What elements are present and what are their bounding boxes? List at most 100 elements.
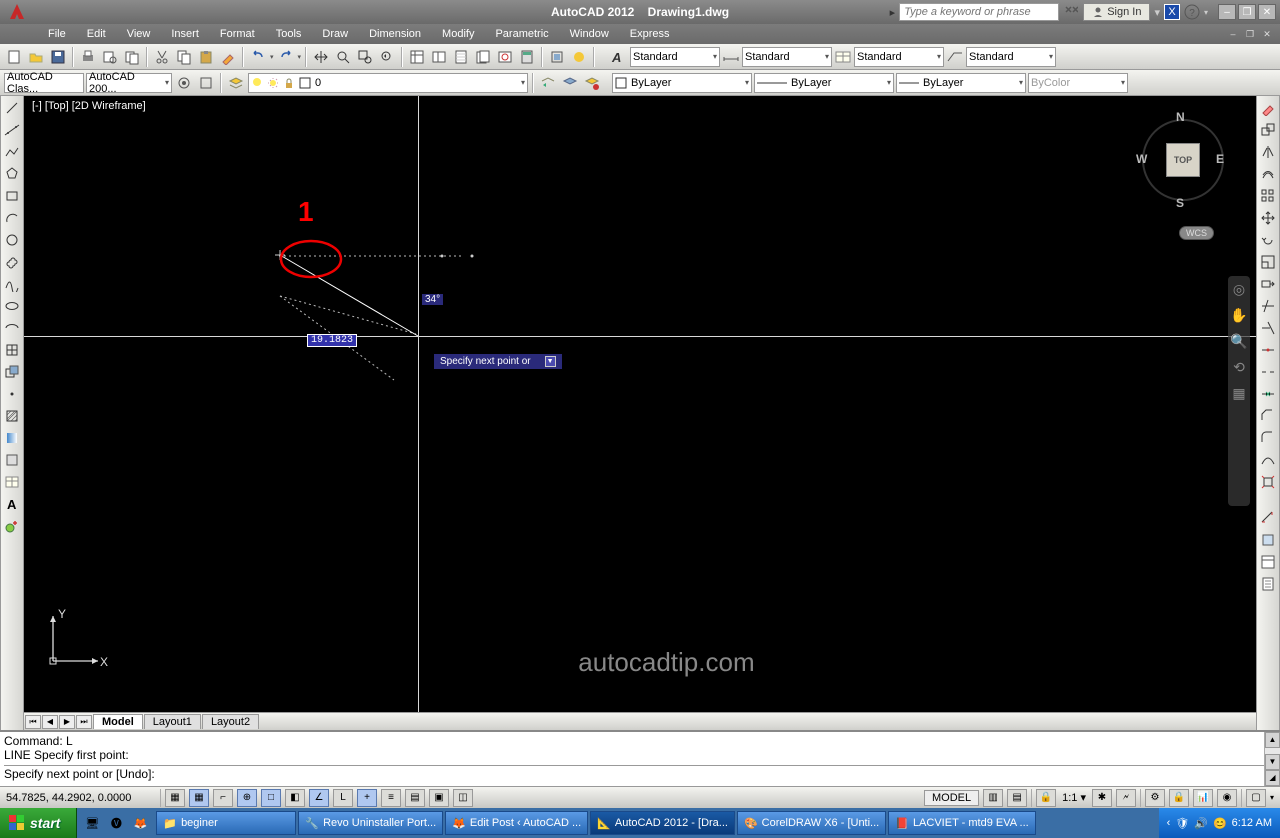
steering-wheel-icon[interactable]: ◎ [1230,280,1248,298]
viewcube[interactable]: N S W E TOP [1136,108,1226,208]
menu-dimension[interactable]: Dimension [359,26,431,42]
mleaderstyle-combo[interactable]: Standard▾ [966,47,1056,67]
circle-icon[interactable] [2,230,22,250]
menu-tools[interactable]: Tools [266,26,312,42]
scroll-grip-icon[interactable]: ◢ [1265,770,1280,786]
spline-icon[interactable] [2,274,22,294]
lineweight-combo[interactable]: ByLayer▾ [896,73,1026,93]
restore-button[interactable]: ❐ [1238,4,1256,20]
doc-close[interactable]: ✕ [1260,27,1274,41]
hardware-accel-icon[interactable]: 📊 [1193,789,1213,807]
menu-edit[interactable]: Edit [77,26,116,42]
explode-icon[interactable] [1258,472,1278,492]
otrack-toggle[interactable]: ∠ [309,789,329,807]
tab-layout1[interactable]: Layout1 [144,714,201,729]
stretch-icon[interactable] [1258,274,1278,294]
tray-clock[interactable]: 6:12 AM [1232,817,1272,829]
rotate-icon[interactable] [1258,230,1278,250]
table-icon[interactable] [2,472,22,492]
quickcalc-icon[interactable] [517,47,537,67]
scale-icon[interactable] [1258,252,1278,272]
drawing-canvas[interactable]: [-] [Top] [2D Wireframe] 1 19.1823 34° S… [24,96,1256,730]
blend-icon[interactable] [1258,450,1278,470]
print-icon[interactable] [78,47,98,67]
scroll-down-icon[interactable]: ▼ [1265,754,1280,770]
pan-icon[interactable] [311,47,331,67]
menu-window[interactable]: Window [560,26,619,42]
menu-express[interactable]: Express [620,26,680,42]
annovis-icon[interactable]: ✱ [1092,789,1112,807]
revcloud-icon[interactable] [2,252,22,272]
close-button[interactable]: ✕ [1258,4,1276,20]
tab-prev[interactable]: ◀ [42,715,58,729]
line-icon[interactable] [2,98,22,118]
tablestyle-combo[interactable]: Standard▾ [854,47,944,67]
polar-toggle[interactable]: ⊕ [237,789,257,807]
linetype-combo[interactable]: ByLayer▾ [754,73,894,93]
tab-last[interactable]: ⏭ [76,715,92,729]
qp-toggle[interactable]: ▣ [429,789,449,807]
dist-icon[interactable] [1258,508,1278,528]
app-logo[interactable] [4,2,29,22]
zoom-prev-icon[interactable] [377,47,397,67]
menu-format[interactable]: Format [210,26,265,42]
props-icon[interactable] [407,47,427,67]
extend-icon[interactable] [1258,318,1278,338]
anno-scale-value[interactable]: 1:1 ▾ [1060,791,1088,804]
block-icon[interactable] [547,47,567,67]
ql-desktop-icon[interactable]: 🖥 [81,813,103,833]
render-icon[interactable] [569,47,589,67]
mirror-icon[interactable] [1258,142,1278,162]
task-lacviet[interactable]: 📕 LACVIET - mtd9 EVA ... [888,811,1035,835]
open-icon[interactable] [26,47,46,67]
orbit-icon[interactable]: ⟲ [1230,358,1248,376]
point-icon[interactable] [2,384,22,404]
dimstyle-combo[interactable]: Standard▾ [742,47,832,67]
copy-icon[interactable] [174,47,194,67]
erase-icon[interactable] [1258,98,1278,118]
zoom-win-icon[interactable] [355,47,375,67]
viewcube-s[interactable]: S [1176,196,1184,210]
minimize-button[interactable]: – [1218,4,1236,20]
dcenter-icon[interactable] [429,47,449,67]
qnew-icon[interactable] [4,47,24,67]
textstyle-combo[interactable]: Standard▾ [630,47,720,67]
sheetset-icon[interactable] [473,47,493,67]
ducs-toggle[interactable]: L [333,789,353,807]
coords-readout[interactable]: 54.7825, 44.2902, 0.0000 [6,792,156,804]
quickview-d-icon[interactable]: ▤ [1007,789,1027,807]
tray-settings-icon[interactable]: ▾ [1270,793,1274,802]
layer-mgr-icon[interactable] [226,73,246,93]
cmd-prompt[interactable]: Specify next point or [Undo]: [4,767,1276,781]
insert-icon[interactable] [2,340,22,360]
menu-insert[interactable]: Insert [161,26,209,42]
cleanscreen-icon[interactable]: ▢ [1246,789,1266,807]
snap-toggle[interactable]: ▦ [165,789,185,807]
search-icon[interactable] [1063,4,1079,20]
arc-icon[interactable] [2,208,22,228]
plotstyle-combo[interactable]: ByColor▾ [1028,73,1128,93]
gradient-icon[interactable] [2,428,22,448]
isolate-icon[interactable]: ◉ [1217,789,1237,807]
region-icon[interactable] [2,450,22,470]
xline-icon[interactable] [2,120,22,140]
chamfer-icon[interactable] [1258,406,1278,426]
dyn-toggle[interactable]: + [357,789,377,807]
sc-toggle[interactable]: ◫ [453,789,473,807]
exchange-icon[interactable]: X [1164,4,1180,20]
zoom-rt-icon[interactable] [333,47,353,67]
tray-smiley-icon[interactable]: 😊 [1213,817,1227,830]
tray-sound-icon[interactable]: 🔊 [1194,817,1208,830]
hatch-icon[interactable] [2,406,22,426]
search-input[interactable] [899,3,1059,21]
fillet-icon[interactable] [1258,428,1278,448]
toolbar-lock-icon[interactable]: 🔒 [1169,789,1189,807]
tab-next[interactable]: ▶ [59,715,75,729]
trim-icon[interactable] [1258,296,1278,316]
osnap-toggle[interactable]: □ [261,789,281,807]
mleaderstyle-icon[interactable] [945,47,965,67]
join-icon[interactable] [1258,384,1278,404]
doc-minimize[interactable]: – [1226,27,1240,41]
tray-expand-icon[interactable]: ‹ [1167,817,1171,829]
menu-parametric[interactable]: Parametric [485,26,558,42]
